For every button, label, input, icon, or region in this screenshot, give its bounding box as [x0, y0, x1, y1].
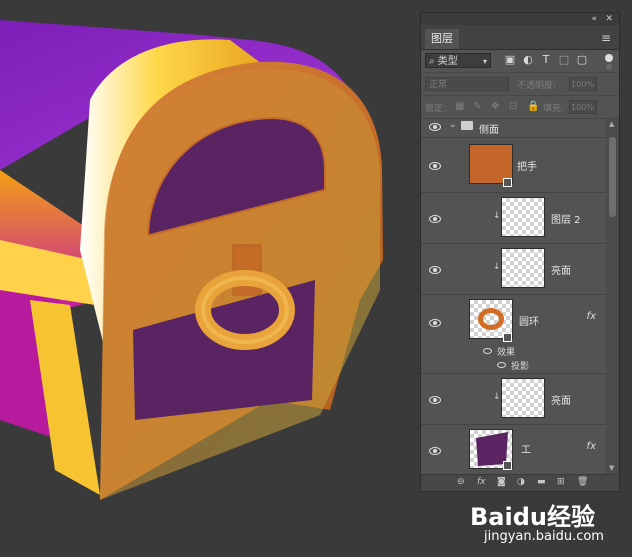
- filter-type-select[interactable]: ⌕ 类型 ▾: [425, 53, 491, 68]
- effects-eye-icon[interactable]: [483, 348, 492, 354]
- layer-list-scrollbar[interactable]: ▲ ▼: [606, 117, 619, 475]
- layer-row[interactable]: ↓ 亮面: [421, 374, 606, 425]
- opacity-field[interactable]: 100%: [569, 77, 597, 91]
- collapse-icon[interactable]: «: [591, 13, 597, 25]
- panel-titlebar: « ✕: [421, 13, 619, 25]
- watermark-url: jingyan.baidu.com: [484, 529, 604, 544]
- blend-mode-select[interactable]: 正常: [425, 77, 509, 91]
- clipping-mask-icon: ↓: [493, 392, 501, 402]
- ring-icon: [478, 308, 504, 330]
- new-adjustment-icon[interactable]: ◑: [517, 477, 525, 487]
- layers-panel: « ✕ 图层 ≡ ⌕ 类型 ▾ ▣ ◐ T ⬚ ▢ 正常 不透明度: 100% …: [420, 12, 620, 492]
- watermark-brand: Baidu经验: [470, 503, 595, 531]
- effect-item-label: 投影: [511, 362, 530, 372]
- visibility-eye-icon[interactable]: [429, 162, 441, 170]
- layer-group-row[interactable]: ⌄ 侧面: [421, 117, 606, 138]
- adjustment-filter-icon[interactable]: ◐: [521, 53, 535, 67]
- lock-all-icon[interactable]: 🔒: [527, 101, 539, 112]
- panel-menu-icon[interactable]: ≡: [601, 31, 611, 45]
- layer-name: 亮面: [551, 396, 571, 407]
- visibility-eye-icon[interactable]: [429, 266, 441, 274]
- lock-label: 锁定:: [425, 104, 447, 114]
- smart-object-icon: [503, 461, 512, 470]
- tab-layers[interactable]: 图层: [425, 29, 459, 49]
- layer-list: ⌄ 侧面 把手 ↓ 图层 2 ↓ 亮面 圆环 fx 效果 投影 ↓ 亮面 工 f…: [421, 117, 606, 475]
- visibility-eye-icon[interactable]: [429, 447, 441, 455]
- link-layers-icon[interactable]: ⊖: [457, 477, 465, 487]
- search-icon: ⌕: [429, 56, 435, 67]
- layer-row[interactable]: 工 fx 效果: [421, 425, 606, 475]
- lock-artboard-icon[interactable]: ⊡: [509, 101, 517, 112]
- chevron-down-icon[interactable]: ⌄: [449, 120, 457, 130]
- layer-name: 工: [521, 445, 531, 456]
- fill-field[interactable]: 100%: [569, 100, 597, 114]
- layer-row[interactable]: ↓ 图层 2: [421, 193, 606, 244]
- visibility-eye-icon[interactable]: [429, 123, 441, 131]
- panel-bottom-toolbar: ⊖ fx ◙ ◑ ▬ ⊞ 🗑: [421, 474, 619, 491]
- layer-thumbnail: [501, 197, 545, 237]
- folder-icon: [461, 121, 473, 130]
- scroll-up-icon[interactable]: ▲: [609, 120, 614, 128]
- effect-eye-icon[interactable]: [497, 362, 506, 368]
- new-layer-icon[interactable]: ⊞: [557, 477, 565, 487]
- layer-row[interactable]: 圆环 fx 效果 投影: [421, 295, 606, 374]
- lock-row: 锁定: ▦ ✎ ✥ ⊡ 🔒 填充: 100%: [421, 96, 619, 119]
- layer-row[interactable]: 把手: [421, 138, 606, 193]
- effects-label: 效果: [497, 348, 516, 358]
- panel-tabbar: 图层 ≡: [421, 25, 619, 50]
- visibility-eye-icon[interactable]: [429, 396, 441, 404]
- layer-row[interactable]: ↓ 亮面: [421, 244, 606, 295]
- layer-name: 侧面: [479, 125, 499, 136]
- lock-image-icon[interactable]: ✎: [473, 101, 481, 112]
- smart-object-filter-icon[interactable]: ▢: [575, 53, 589, 67]
- clipping-mask-icon: ↓: [493, 211, 501, 221]
- fill-label: 填充:: [543, 104, 565, 114]
- chevron-down-icon: ▾: [482, 57, 487, 66]
- lock-position-icon[interactable]: ✥: [491, 101, 499, 112]
- canvas-artwork: [0, 0, 420, 557]
- layer-name: 圆环: [519, 317, 539, 328]
- lock-transparent-icon[interactable]: ▦: [455, 101, 464, 112]
- layer-thumbnail: [501, 378, 545, 418]
- add-style-icon[interactable]: fx: [477, 477, 486, 487]
- clipping-mask-icon: ↓: [493, 262, 501, 272]
- scroll-down-icon[interactable]: ▼: [609, 464, 614, 472]
- type-filter-icon[interactable]: T: [539, 53, 553, 67]
- shape-filter-icon[interactable]: ⬚: [557, 53, 571, 67]
- blend-row: 正常 不透明度: 100%: [421, 73, 619, 96]
- baidu-watermark: Baidu经验 jingyan.baidu.com: [470, 497, 630, 552]
- layer-name: 把手: [517, 162, 537, 173]
- filter-row: ⌕ 类型 ▾ ▣ ◐ T ⬚ ▢: [421, 50, 619, 73]
- scrollbar-thumb[interactable]: [609, 137, 616, 217]
- add-mask-icon[interactable]: ◙: [497, 477, 506, 487]
- filter-toggle-icon[interactable]: [605, 54, 613, 62]
- filter-type-label: 类型: [437, 56, 458, 67]
- layer-name: 亮面: [551, 266, 571, 277]
- opacity-label: 不透明度:: [517, 81, 557, 91]
- visibility-eye-icon[interactable]: [429, 215, 441, 223]
- smart-object-icon: [503, 178, 512, 187]
- layer-thumbnail: [501, 248, 545, 288]
- delete-layer-icon[interactable]: 🗑: [577, 477, 588, 487]
- smart-object-icon: [503, 333, 512, 342]
- fx-icon[interactable]: fx: [587, 311, 596, 322]
- filter-toggle-indicator: [606, 64, 612, 70]
- close-icon[interactable]: ✕: [605, 13, 613, 25]
- fx-icon[interactable]: fx: [587, 441, 596, 452]
- new-group-icon[interactable]: ▬: [537, 477, 546, 487]
- pixel-filter-icon[interactable]: ▣: [503, 53, 517, 67]
- visibility-eye-icon[interactable]: [429, 319, 441, 327]
- layer-name: 图层 2: [551, 215, 581, 226]
